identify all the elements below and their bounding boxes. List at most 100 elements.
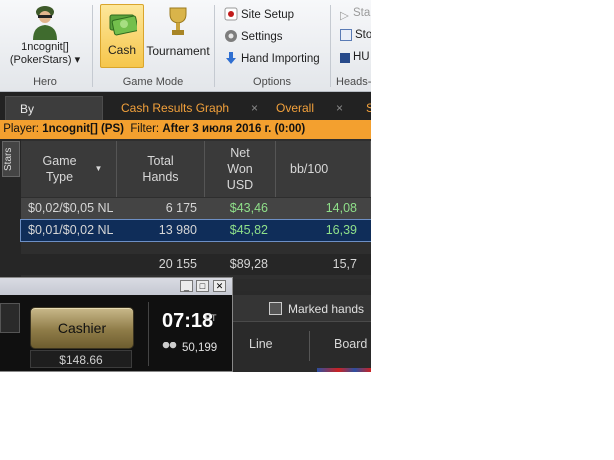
hero-selector[interactable]: 1ncognit[] (PokerStars) ▾ [0,41,90,67]
hero-name: 1ncognit[] [21,41,69,53]
cash-mode-label: Cash [107,43,136,57]
options-group-label: Options [253,76,291,88]
pokerstars-titlebar: _ □ ✕ [0,278,232,295]
tab-cash-results-graph[interactable]: Cash Results Graph × [121,96,258,120]
stakes-table: Game Type ▼ Total Hands Net Won USD bb/1… [20,139,371,279]
report-tabs: By Stakes× Cash Results Graph× Overall× … [0,92,371,140]
minimize-button[interactable]: _ [180,280,193,292]
gear-icon [225,30,237,42]
checkbox-icon [269,302,282,315]
cell-won: $43,46 [229,201,268,215]
hud-button[interactable]: HU [340,51,370,71]
tournament-mode-button[interactable]: Tournament [146,4,210,68]
col-game-type-label: Game Type [42,154,77,184]
hands-panel: Marked hands Line Board [233,291,371,372]
total-bb100: 15,7 [332,257,357,271]
stop-icon [340,29,352,41]
table-row[interactable]: $0,01/$0,02 NL 13 980 $45,82 16,39 [20,219,371,242]
tab-cash-results-graph-label: Cash Results Graph [121,101,230,115]
col-bb100-label: bb/100 [290,162,329,176]
marked-hands-label: Marked hands [288,302,365,316]
ribbon-divider [330,5,331,87]
maximize-button[interactable]: □ [196,280,209,292]
tab-by-stakes[interactable]: By Stakes× [5,96,103,140]
hand-importing-button[interactable]: Hand Importing [224,51,320,71]
filter-bar: Player: 1ncognit[] (PS) Filter: After 3 … [0,120,371,139]
hero-site: (PokerStars) [9,54,72,66]
column-divider [309,331,310,361]
tournament-mode-label: Tournament [146,44,210,58]
col-total-hands[interactable]: Total Hands [117,141,205,197]
stop-button[interactable]: Sto [340,29,371,49]
settings-label: Settings [241,31,283,43]
col-line[interactable]: Line [249,337,273,351]
table-header: Game Type ▼ Total Hands Net Won USD bb/1… [21,141,371,197]
cell-bb100: 16,39 [325,223,357,237]
players-online: 50,199 [162,342,217,354]
heads-group-label: Heads- [336,76,371,88]
col-game-type[interactable]: Game Type ▼ [21,141,117,197]
panel-divider [148,302,149,366]
tab-overall[interactable]: Overall × [276,96,343,120]
close-button[interactable]: ✕ [213,280,226,292]
heads-group: ▷ Sta Sto HU Heads- [332,0,371,91]
sort-arrow-icon: ▼ [94,164,103,173]
play-icon: ▷ [340,10,349,22]
tab-close-icon[interactable]: × [251,101,258,115]
players-icon [162,342,178,351]
start-button[interactable]: ▷ Sta [340,7,370,27]
col-net-won-label: Net Won USD [226,146,254,192]
pokerstars-window: _ □ ✕ Cashier $148.66 07:18 ET 50,199 [0,277,233,372]
total-won: $89,28 [229,257,268,271]
tab-overall-label: Overall [276,101,315,115]
cell-hands: 6 175 [165,201,197,215]
import-arrow-icon [226,52,236,64]
table-row[interactable]: $0,02/$0,05 NL 6 175 $43,46 14,08 [21,198,371,219]
stop-label: Sto [355,29,371,41]
ribbon-divider [92,5,93,87]
player-value: 1ncognit[] (PS) [42,123,124,135]
tab-close-icon[interactable]: × [336,101,343,115]
holdem-manager-window: 1ncognit[] (PokerStars) ▾ Hero Cash Tour… [0,0,371,372]
options-group: Site Setup Settings Hand Importing Optio… [216,0,328,91]
cash-icon [109,14,139,36]
account-balance[interactable]: $148.66 [30,350,132,368]
side-tab-stars[interactable]: Stars [2,141,20,177]
total-hands: 20 155 [158,257,197,271]
cell-won: $45,82 [229,223,268,237]
site-setup-icon [224,7,238,21]
site-side-panel: Stars [0,139,21,279]
ribbon-toolbar: 1ncognit[] (PokerStars) ▾ Hero Cash Tour… [0,0,371,92]
hand-importing-label: Hand Importing [241,53,320,65]
left-panel-stub [0,303,20,333]
cell-game: $0,02/$0,05 NL [28,201,113,215]
col-bb100[interactable]: bb/100 [276,141,371,197]
table-total-row: 20 155 $89,28 15,7 [21,254,371,275]
balance-value: $148.66 [59,353,103,367]
start-label: Sta [353,7,371,19]
player-label: Player: [3,123,39,135]
hero-dropdown-icon[interactable]: ▾ [75,54,81,66]
hud-label: HU [353,51,370,63]
col-board[interactable]: Board [334,337,367,351]
cell-bb100: 14,08 [325,201,357,215]
cell-game: $0,01/$0,02 NL [28,223,113,237]
tab-overflow-label: S [366,101,371,115]
hero-avatar-icon[interactable] [30,4,60,40]
hero-group-label: Hero [33,76,57,88]
clock-timezone: ET [205,313,217,323]
site-setup-button[interactable]: Site Setup [224,7,294,27]
col-total-hands-label: Total Hands [142,154,179,184]
settings-button[interactable]: Settings [224,29,283,49]
ribbon-divider [214,5,215,87]
marked-hands-checkbox[interactable]: Marked hands [269,302,364,316]
players-count: 50,199 [182,342,218,354]
tab-overflow[interactable]: S [366,96,371,120]
cashier-button[interactable]: Cashier [30,307,134,349]
hud-icon [340,53,350,63]
col-net-won[interactable]: Net Won USD [205,141,276,197]
trophy-icon [169,7,187,35]
cash-mode-button[interactable]: Cash [100,4,144,68]
filter-value[interactable]: After 3 июля 2016 г. (0:00) [162,123,305,135]
game-mode-group: Cash Tournament Game Mode [94,0,212,91]
